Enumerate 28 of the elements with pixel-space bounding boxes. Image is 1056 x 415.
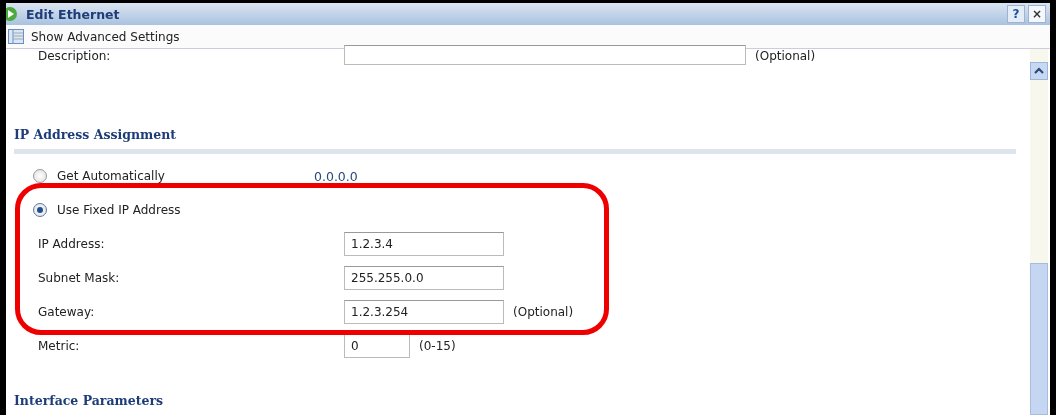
ip-value: 0.0.0.0 xyxy=(314,168,358,184)
metric-field[interactable]: 0 xyxy=(344,334,410,358)
window-title: Edit Ethernet xyxy=(26,6,120,22)
scroll-up-icon[interactable] xyxy=(1030,62,1048,80)
field-label: IP Address: xyxy=(37,237,106,251)
field-label: Gateway: xyxy=(37,305,96,319)
optional-note: (Optional) xyxy=(513,305,574,319)
scroll-thumb[interactable] xyxy=(1030,263,1048,415)
radio-button[interactable] xyxy=(33,203,47,217)
table-icon xyxy=(8,29,24,44)
section-heading: IP Address Assignment xyxy=(13,127,178,142)
field-label: Subnet Mask: xyxy=(37,271,121,285)
metric-label: Metric: xyxy=(37,339,81,353)
description-field[interactable] xyxy=(344,45,746,65)
input-field[interactable]: 1.2.3.254 xyxy=(344,300,504,324)
radio-button[interactable] xyxy=(33,169,47,183)
close-button[interactable]: × xyxy=(1028,5,1046,23)
optional-note: (Optional) xyxy=(755,49,816,63)
description-label: Description: xyxy=(37,49,112,63)
range-note: (0-15) xyxy=(419,339,456,353)
show-advanced-settings-link[interactable]: Show Advanced Settings xyxy=(31,29,180,44)
input-field[interactable]: 255.255.0.0 xyxy=(344,266,504,290)
scrollbar[interactable] xyxy=(1030,49,1048,415)
radio-label: Get Automatically xyxy=(57,169,166,183)
input-field[interactable]: 1.2.3.4 xyxy=(344,232,504,256)
radio-label: Use Fixed IP Address xyxy=(57,203,182,217)
section-heading: Interface Parameters xyxy=(13,393,165,408)
help-button[interactable]: ? xyxy=(1007,5,1025,23)
